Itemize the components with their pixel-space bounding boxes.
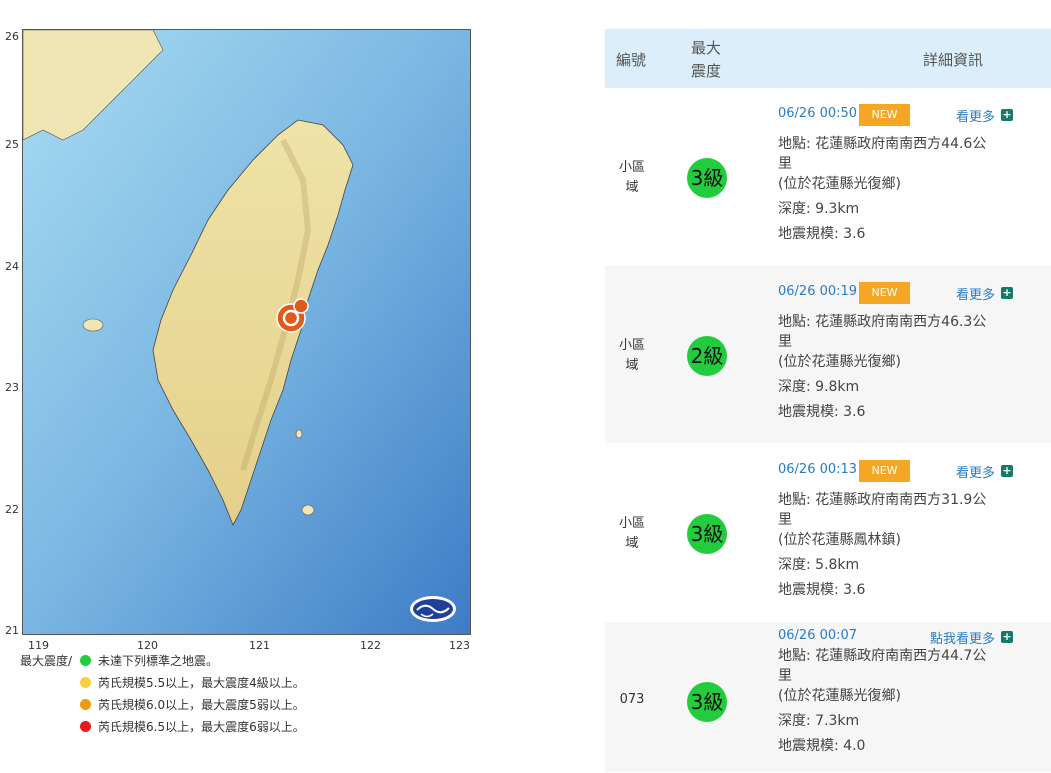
area-cell: 073 [619, 692, 645, 707]
intensity-badge: 3級 [687, 682, 727, 722]
see-more-link[interactable]: 看更多 [956, 284, 995, 303]
taiwan-map-svg [23, 30, 470, 634]
table-row[interactable]: 073 3級 06/26 00:07 點我看更多 + 地點: 花蓮縣政府南南西方… [605, 622, 1051, 773]
location-text: 地點: 花蓮縣政府南南西方31.9公 [778, 492, 987, 508]
weather-bureau-logo-icon [410, 596, 456, 622]
event-detail: 地點: 花蓮縣政府南南西方31.9公 里 (位於花蓮縣鳳林鎮) 深度: 5.8k… [778, 488, 1008, 603]
y-tick-24: 24 [5, 260, 19, 273]
depth-text: 深度: 9.3km [778, 201, 860, 217]
legend-label: 芮氏規模6.0以上，最大震度5弱以上。 [98, 698, 305, 712]
depth-text: 深度: 7.3km [778, 713, 860, 729]
event-time: 06/26 00:19 [778, 284, 858, 299]
yellow-dot-icon [80, 677, 91, 688]
area-cell: 小區 域 [618, 160, 645, 195]
y-tick-23: 23 [5, 381, 19, 394]
magnitude-text: 地震規模: 3.6 [778, 226, 866, 242]
x-tick-120: 120 [137, 639, 158, 652]
table-header: 編號 最大 震度 詳細資訊 [605, 29, 1051, 88]
magnitude-text: 地震規模: 3.6 [778, 582, 866, 598]
header-detail: 詳細資訊 [923, 51, 984, 69]
plus-icon[interactable]: + [1001, 631, 1013, 643]
magnitude-text: 地震規模: 3.6 [778, 404, 866, 420]
event-time: 06/26 00:07 [778, 628, 858, 643]
y-tick-21: 21 [5, 624, 19, 637]
earthquake-list-table: 編號 最大 震度 詳細資訊 小區 域 3級 06/26 00:50 NEW 看更… [605, 29, 1051, 773]
legend-label: 未達下列標準之地震。 [98, 654, 219, 668]
map-image [22, 29, 471, 635]
x-tick-119: 119 [28, 639, 49, 652]
x-tick-121: 121 [249, 639, 270, 652]
table-row[interactable]: 小區 域 3級 06/26 00:50 NEW 看更多 + 地點: 花蓮縣政府南… [605, 88, 1051, 266]
event-detail: 地點: 花蓮縣政府南南西方46.3公 里 (位於花蓮縣光復鄉) 深度: 9.8k… [778, 310, 1008, 425]
new-badge: NEW [859, 460, 910, 482]
location-text: 地點: 花蓮縣政府南南西方44.6公 [778, 136, 987, 152]
orange-dot-icon [80, 699, 91, 710]
place-text: (位於花蓮縣光復鄉) [778, 688, 901, 704]
x-tick-123: 123 [449, 639, 470, 652]
y-tick-26: 26 [5, 30, 19, 43]
plus-icon[interactable]: + [1001, 109, 1013, 121]
area-cell: 小區 域 [618, 516, 645, 551]
place-text: (位於花蓮縣光復鄉) [778, 354, 901, 370]
intensity-badge: 3級 [687, 158, 727, 198]
legend-label: 芮氏規模5.5以上，最大震度4級以上。 [98, 676, 305, 690]
plus-icon[interactable]: + [1001, 287, 1013, 299]
see-more-link[interactable]: 看更多 [956, 462, 995, 481]
event-detail: 地點: 花蓮縣政府南南西方44.7公 里 (位於花蓮縣光復鄉) 深度: 7.3k… [778, 644, 1008, 759]
y-tick-25: 25 [5, 138, 19, 151]
intensity-badge: 2級 [687, 336, 727, 376]
location-text: 地點: 花蓮縣政府南南西方44.7公 [778, 648, 987, 664]
new-badge: NEW [859, 104, 910, 126]
event-time: 06/26 00:50 [778, 106, 858, 121]
see-more-link[interactable]: 看更多 [956, 106, 995, 125]
legend-title: 最大震度/ [20, 654, 73, 668]
event-detail: 地點: 花蓮縣政府南南西方44.6公 里 (位於花蓮縣光復鄉) 深度: 9.3k… [778, 132, 1008, 247]
table-row[interactable]: 小區 域 3級 06/26 00:13 NEW 看更多 + 地點: 花蓮縣政府南… [605, 444, 1051, 622]
place-text: (位於花蓮縣鳳林鎮) [778, 532, 901, 548]
table-row[interactable]: 小區 域 2級 06/26 00:19 NEW 看更多 + 地點: 花蓮縣政府南… [605, 266, 1051, 444]
location-text: 地點: 花蓮縣政府南南西方46.3公 [778, 314, 987, 330]
plus-icon[interactable]: + [1001, 465, 1013, 477]
place-text: (位於花蓮縣光復鄉) [778, 176, 901, 192]
y-tick-22: 22 [5, 503, 19, 516]
legend-label: 芮氏規模6.5以上，最大震度6弱以上。 [98, 720, 305, 734]
magnitude-text: 地震規模: 4.0 [778, 738, 866, 754]
area-cell: 小區 域 [618, 338, 645, 373]
red-dot-icon [80, 721, 91, 732]
header-intensity-line1: 最大 [691, 39, 722, 57]
header-id: 編號 [616, 51, 647, 69]
x-tick-122: 122 [360, 639, 381, 652]
event-time: 06/26 00:13 [778, 462, 858, 477]
depth-text: 深度: 9.8km [778, 379, 860, 395]
intensity-badge: 3級 [687, 514, 727, 554]
header-intensity-line2: 震度 [691, 62, 722, 80]
new-badge: NEW [859, 282, 910, 304]
earthquake-map-panel: 26 25 24 23 22 21 119 120 121 122 123 [0, 0, 480, 660]
green-dot-icon [80, 655, 91, 666]
depth-text: 深度: 5.8km [778, 557, 860, 573]
